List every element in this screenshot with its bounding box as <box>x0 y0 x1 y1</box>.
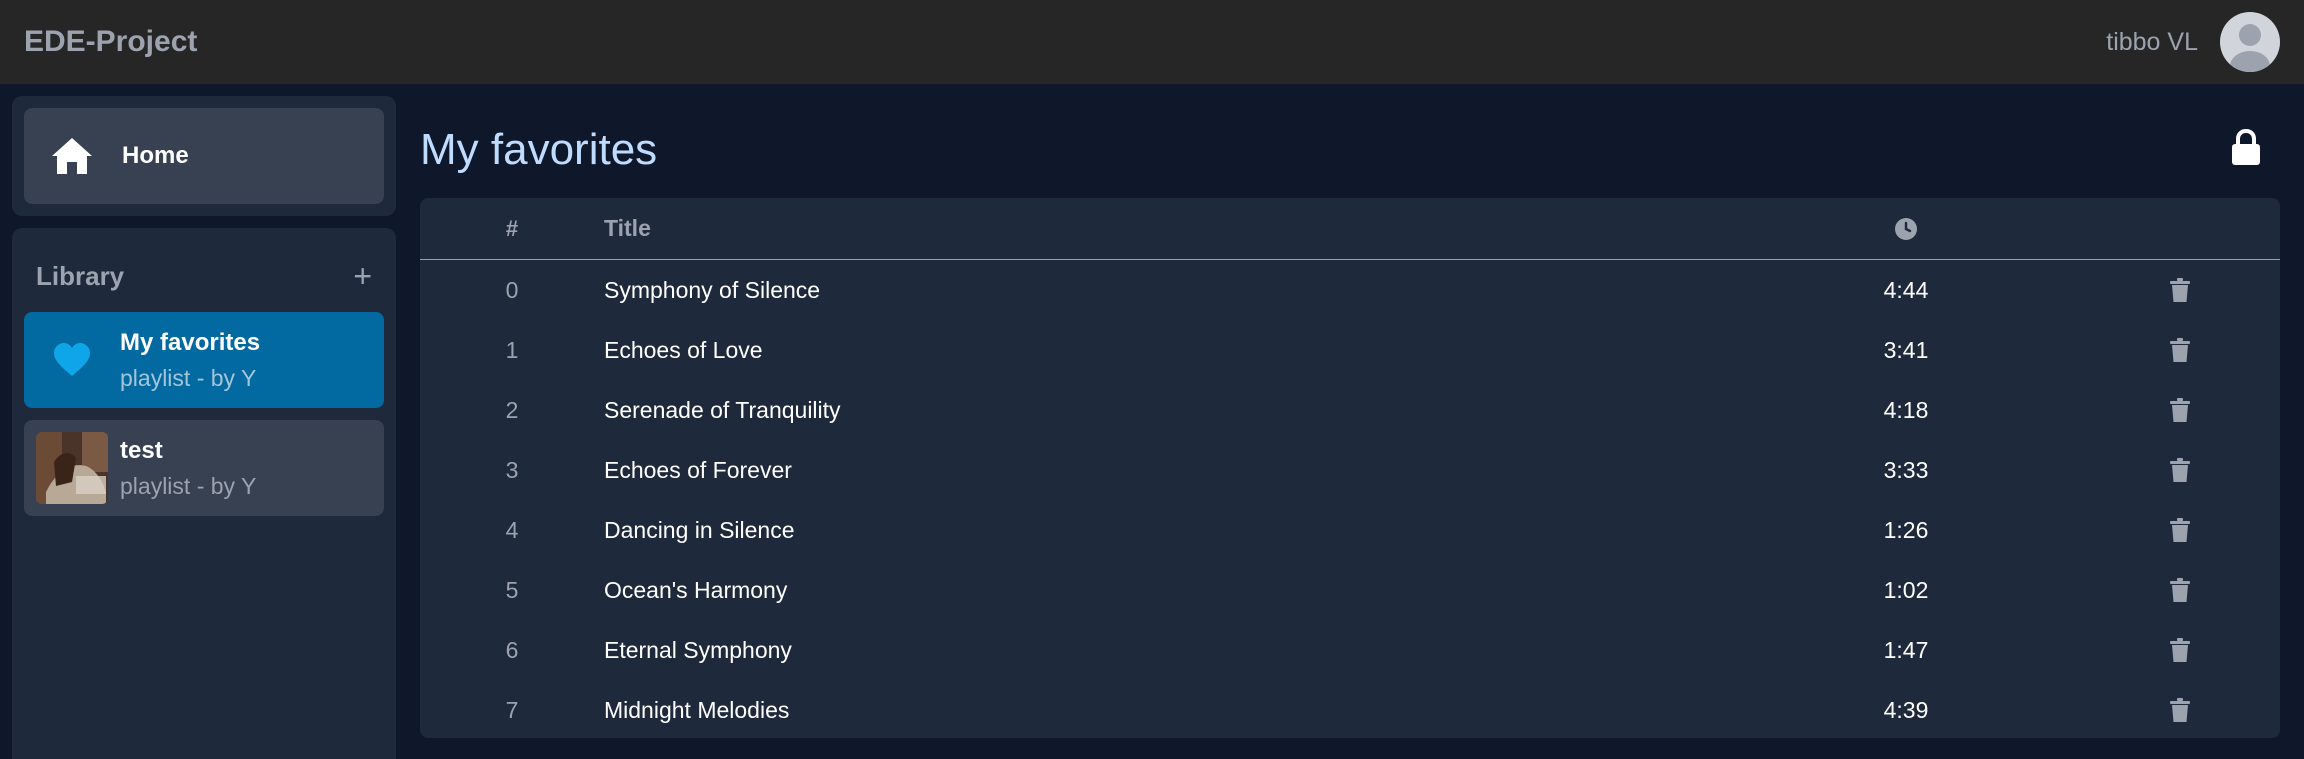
delete-track-button[interactable] <box>1970 578 2190 602</box>
delete-track-button[interactable] <box>1970 458 2190 482</box>
track-title[interactable]: Echoes of Love <box>604 337 1842 364</box>
home-label: Home <box>122 142 189 169</box>
home-button[interactable]: Home <box>24 108 384 204</box>
playlist-cover-image <box>36 432 108 504</box>
track-number: 0 <box>505 276 519 303</box>
column-header-title: Title <box>604 215 651 241</box>
delete-track-button[interactable] <box>1970 278 2190 302</box>
sidebar: Home Library + My favorites playlist - b… <box>12 96 396 759</box>
table-row[interactable]: 7 Midnight Melodies 4:39 <box>420 680 2280 738</box>
delete-track-button[interactable] <box>1970 338 2190 362</box>
brand-title[interactable]: EDE-Project <box>24 25 197 59</box>
track-number: 3 <box>505 456 519 483</box>
user-silhouette-icon <box>2230 24 2270 72</box>
playlist-item-test[interactable]: test playlist - by Y <box>24 420 384 516</box>
delete-track-button[interactable] <box>1970 518 2190 542</box>
track-title[interactable]: Serenade of Tranquility <box>604 397 1842 424</box>
playlist-name: test <box>120 436 163 464</box>
library-header: Library + <box>24 240 384 312</box>
track-title[interactable]: Midnight Melodies <box>604 697 1842 724</box>
trash-icon <box>2170 458 2190 482</box>
heart-icon <box>54 343 90 376</box>
track-number: 5 <box>505 576 519 603</box>
track-number: 4 <box>505 516 519 543</box>
track-number: 1 <box>505 336 519 363</box>
table-row[interactable]: 1 Echoes of Love 3:41 <box>420 320 2280 380</box>
playlist-subtitle: playlist - by Y <box>120 364 257 391</box>
table-row[interactable]: 5 Ocean's Harmony 1:02 <box>420 560 2280 620</box>
track-number: 2 <box>505 396 519 423</box>
track-title[interactable]: Dancing in Silence <box>604 517 1842 544</box>
track-duration: 1:47 <box>1883 636 1929 663</box>
track-duration: 4:18 <box>1883 396 1929 423</box>
library-panel: Library + My favorites playlist - by Y t… <box>12 228 396 759</box>
main-content: My favorites # Title 0 Symphony of Silen… <box>420 108 2280 738</box>
delete-track-button[interactable] <box>1970 638 2190 662</box>
track-duration: 1:26 <box>1883 516 1929 543</box>
top-bar: EDE-Project tibbo VL <box>0 0 2304 84</box>
track-title[interactable]: Echoes of Forever <box>604 457 1842 484</box>
lock-icon <box>2232 128 2260 165</box>
trash-icon <box>2170 338 2190 362</box>
track-duration: 4:39 <box>1883 696 1929 723</box>
page-title: My favorites <box>420 125 658 174</box>
playlist-item-my-favorites[interactable]: My favorites playlist - by Y <box>24 312 384 408</box>
trash-icon <box>2170 278 2190 302</box>
library-title: Library <box>36 260 125 291</box>
home-icon <box>52 138 92 174</box>
column-header-number: # <box>505 215 519 241</box>
table-row[interactable]: 2 Serenade of Tranquility 4:18 <box>420 380 2280 440</box>
playlist-thumb <box>36 324 108 396</box>
trash-icon <box>2170 638 2190 662</box>
trash-icon <box>2170 518 2190 542</box>
track-duration: 3:41 <box>1883 336 1929 363</box>
track-duration: 1:02 <box>1883 576 1929 603</box>
trash-icon <box>2170 578 2190 602</box>
trash-icon <box>2170 398 2190 422</box>
delete-track-button[interactable] <box>1970 698 2190 722</box>
table-row[interactable]: 3 Echoes of Forever 3:33 <box>420 440 2280 500</box>
track-duration: 4:44 <box>1883 276 1929 303</box>
table-header: # Title <box>420 198 2280 260</box>
track-title[interactable]: Symphony of Silence <box>604 277 1842 304</box>
table-row[interactable]: 0 Symphony of Silence 4:44 <box>420 260 2280 320</box>
track-duration: 3:33 <box>1883 456 1929 483</box>
page-header: My favorites <box>420 108 2280 192</box>
table-row[interactable]: 4 Dancing in Silence 1:26 <box>420 500 2280 560</box>
track-number: 6 <box>505 636 519 663</box>
delete-track-button[interactable] <box>1970 398 2190 422</box>
home-panel: Home <box>12 96 396 216</box>
cover-art-icon <box>36 432 108 504</box>
avatar[interactable] <box>2220 12 2280 72</box>
user-menu[interactable]: tibbo VL <box>2106 12 2280 72</box>
table-row[interactable]: 6 Eternal Symphony 1:47 <box>420 620 2280 680</box>
playlist-subtitle: playlist - by Y <box>120 472 257 499</box>
playlist-name: My favorites <box>120 328 261 356</box>
trash-icon <box>2170 698 2190 722</box>
add-playlist-button[interactable]: + <box>353 260 372 292</box>
track-table: # Title 0 Symphony of Silence 4:44 1 Ech… <box>420 198 2280 738</box>
track-title[interactable]: Ocean's Harmony <box>604 577 1842 604</box>
track-title[interactable]: Eternal Symphony <box>604 637 1842 664</box>
username[interactable]: tibbo VL <box>2106 28 2198 57</box>
column-header-duration <box>1842 217 1970 241</box>
track-number: 7 <box>505 696 519 723</box>
lock-button[interactable] <box>2230 128 2262 172</box>
clock-icon <box>1895 217 1917 240</box>
